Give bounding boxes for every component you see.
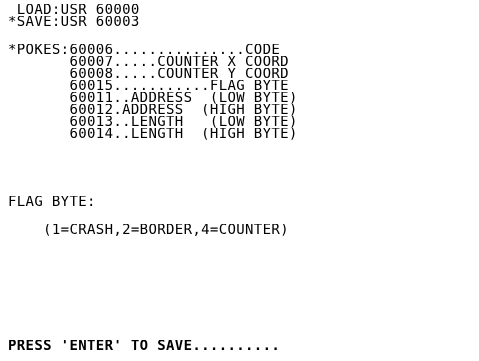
save-usr-line: *SAVE:USR 60003 (8, 16, 140, 28)
flag-byte-heading: FLAG BYTE: (8, 196, 96, 208)
pokes-line-1: *POKES:60006...............CODE (8, 44, 281, 56)
pokes-line-2: 60007.....COUNTER X COORD (8, 56, 289, 68)
pokes-line-6: 60012.ADDRESS (HIGH BYTE) (8, 104, 298, 116)
pokes-line-3: 60008.....COUNTER Y COORD (8, 68, 289, 80)
flag-byte-values: (1=CRASH,2=BORDER,4=COUNTER) (8, 224, 289, 236)
press-enter-to-save-prompt[interactable]: PRESS 'ENTER' TO SAVE.......... (8, 340, 479, 352)
pokes-line-7: 60013..LENGTH (LOW BYTE) (8, 116, 298, 128)
spectrum-screen: LOAD:USR 60000 *SAVE:USR 60003 *POKES:60… (0, 0, 479, 361)
load-usr-line: LOAD:USR 60000 (8, 4, 140, 16)
pokes-line-5: 60011..ADDRESS (LOW BYTE) (8, 92, 298, 104)
pokes-line-4: 60015...........FLAG BYTE (8, 80, 289, 92)
pokes-line-8: 60014..LENGTH (HIGH BYTE) (8, 128, 298, 140)
